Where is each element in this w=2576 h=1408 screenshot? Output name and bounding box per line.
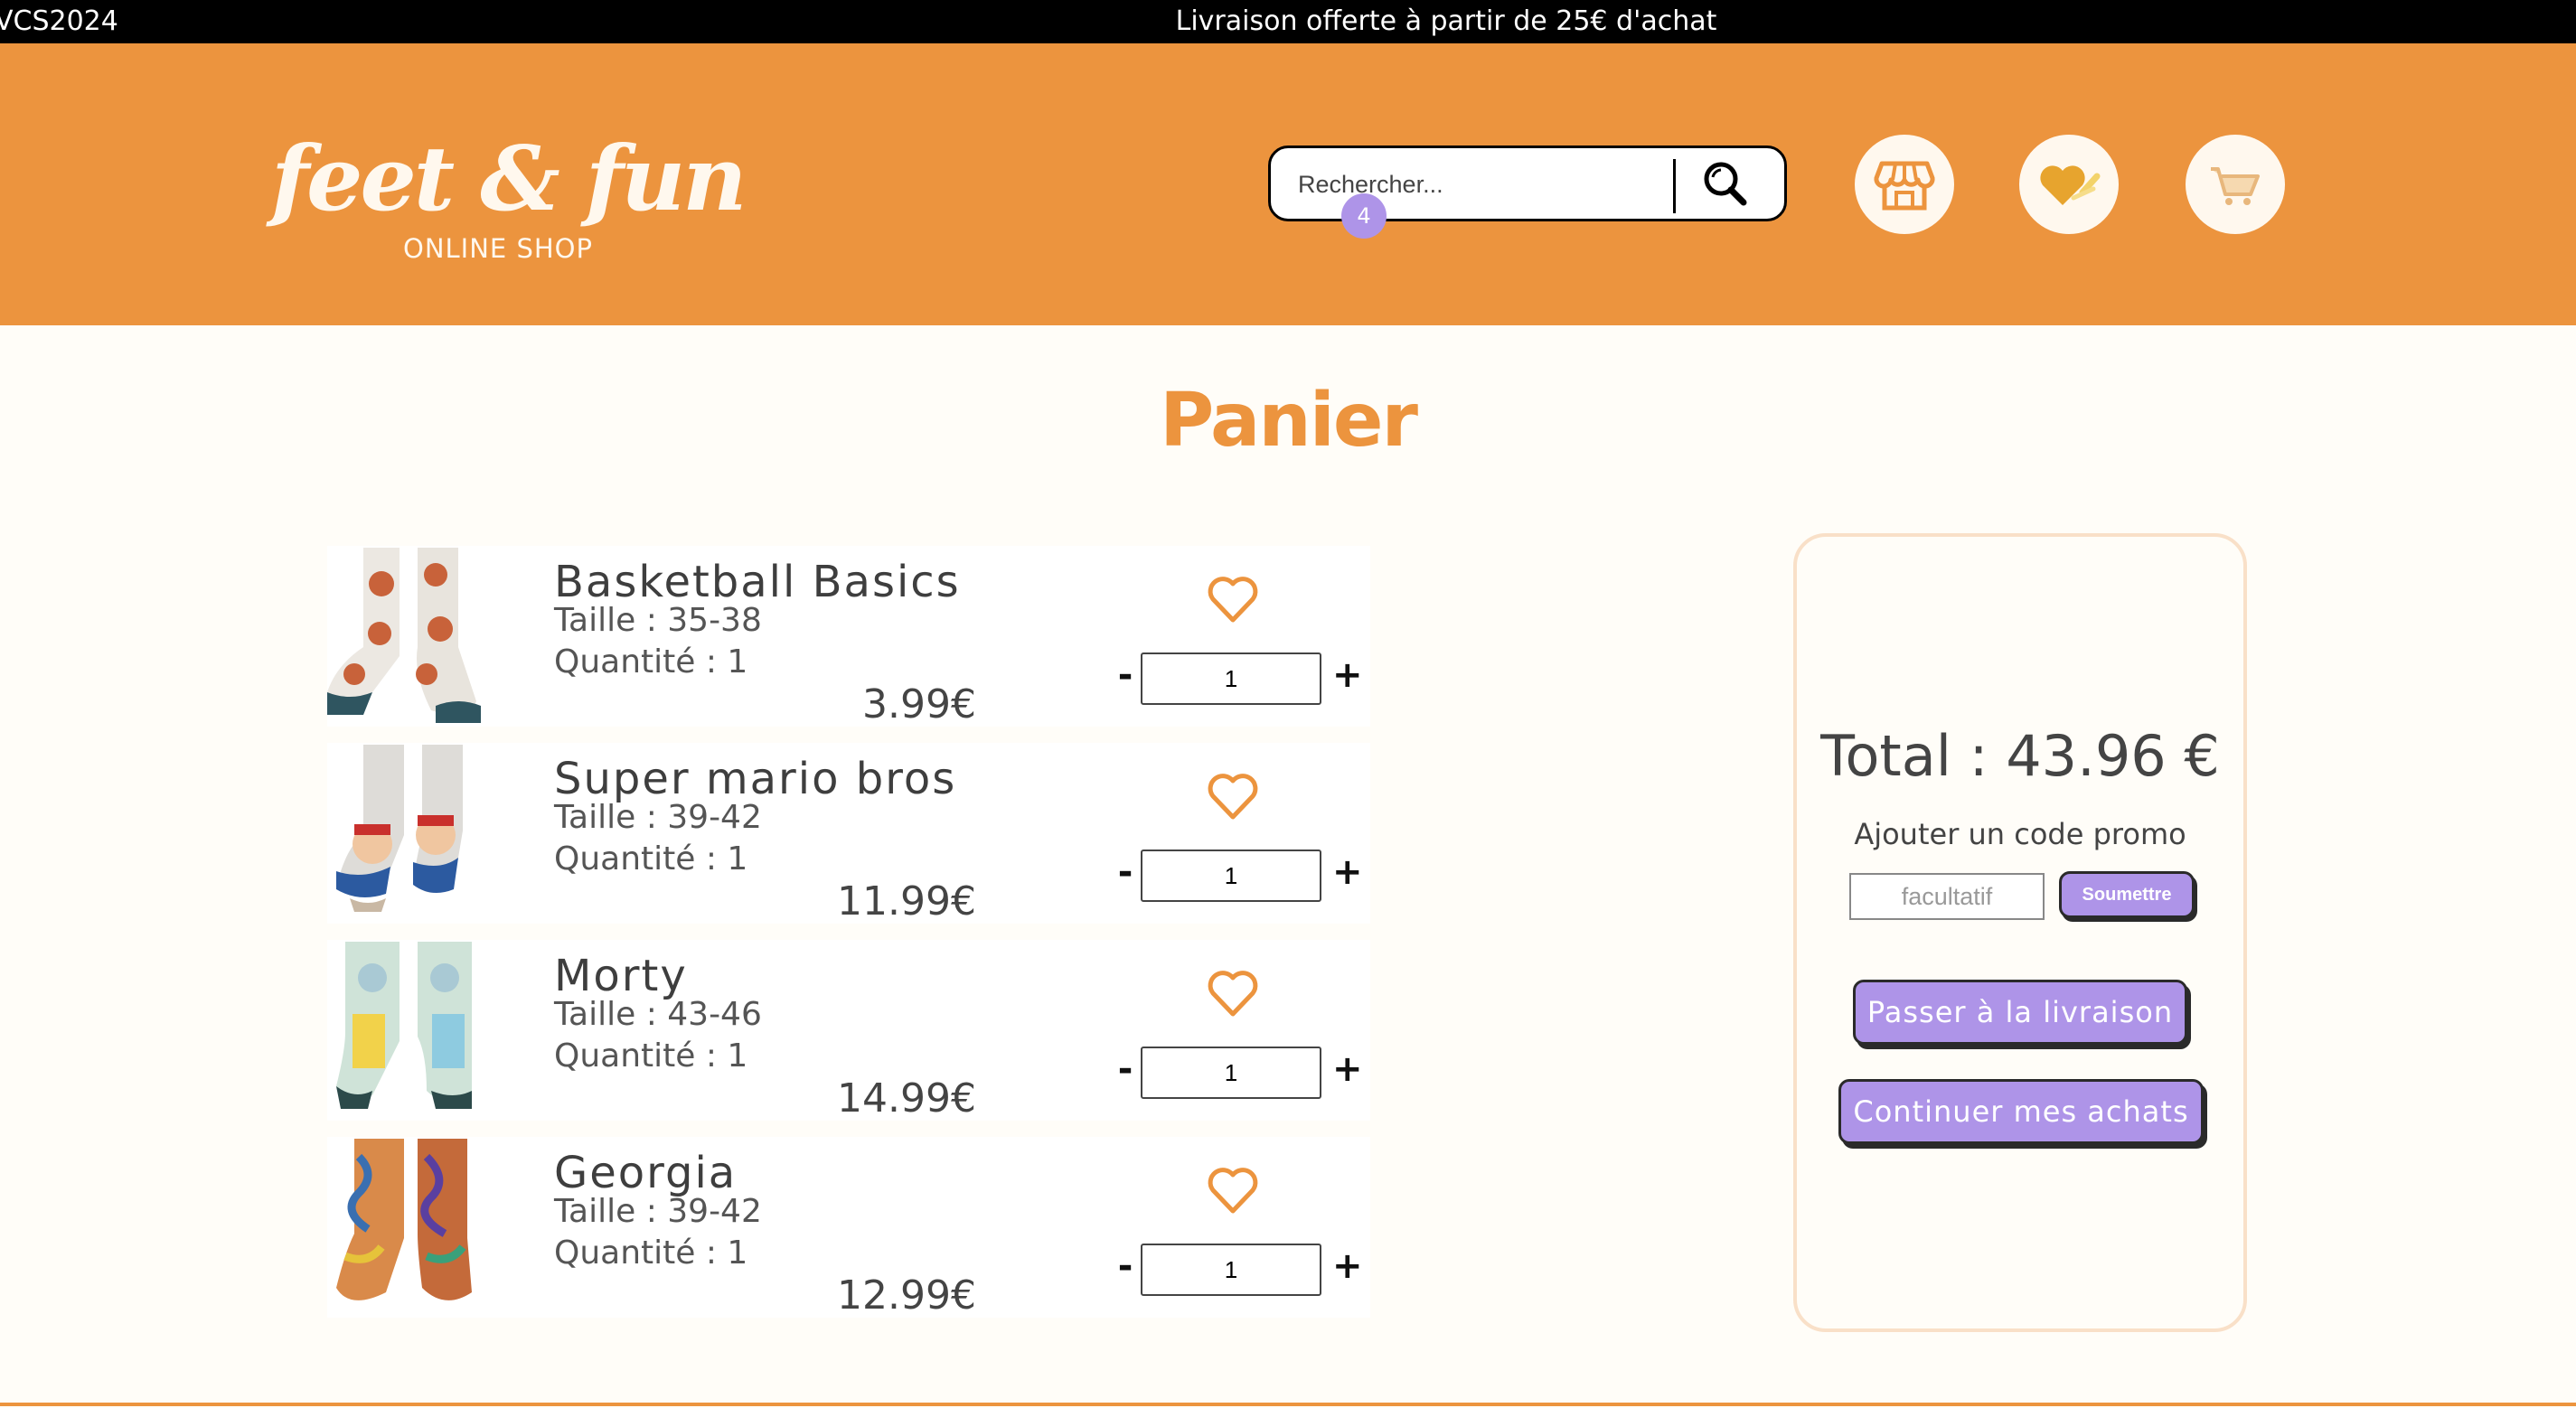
quantity-increase-button[interactable]: + — [1332, 849, 1363, 895]
quantity-input[interactable] — [1141, 849, 1321, 902]
free-shipping-message: Livraison offerte à partir de 25€ d'acha… — [1175, 5, 1717, 37]
promo-banner: VCS2024 Livraison offerte à partir de 25… — [0, 0, 2576, 43]
quantity-increase-button[interactable]: + — [1332, 652, 1363, 698]
product-price: 3.99€ — [862, 681, 976, 727]
quantity-decrease-button[interactable]: - — [1112, 1244, 1139, 1289]
quantity-input[interactable] — [1141, 1244, 1321, 1296]
product-name[interactable]: Morty — [554, 951, 688, 1001]
search-icon — [1704, 162, 1747, 206]
quantity-increase-button[interactable]: + — [1332, 1244, 1363, 1289]
search-divider — [1673, 159, 1676, 213]
order-summary-panel: Total : 43.96 € Ajouter un code promo So… — [1793, 533, 2247, 1332]
cart-button[interactable] — [2186, 135, 2285, 234]
quantity-increase-button[interactable]: + — [1332, 1047, 1363, 1092]
product-name[interactable]: Georgia — [554, 1148, 737, 1198]
submit-promo-button[interactable]: Soumettre — [2059, 871, 2195, 918]
product-image-morty-socks[interactable] — [327, 942, 499, 1117]
heart-icon[interactable] — [1204, 965, 1262, 1019]
cart-item: Basketball Basics Taille : 35-38 Quantit… — [327, 546, 1370, 727]
product-image-basketball-socks[interactable] — [327, 548, 499, 723]
product-name[interactable]: Basketball Basics — [554, 557, 961, 607]
heart-icon[interactable] — [1204, 768, 1262, 822]
product-image-mario-socks[interactable] — [327, 745, 499, 920]
continue-shopping-button[interactable]: Continuer mes achats — [1838, 1079, 2204, 1144]
product-quantity: Quantité : 1 — [554, 1037, 748, 1075]
product-quantity: Quantité : 1 — [554, 643, 748, 681]
shop-icon — [1874, 161, 1935, 211]
product-size: Taille : 39-42 — [554, 799, 762, 836]
quantity-decrease-button[interactable]: - — [1112, 849, 1139, 895]
quantity-decrease-button[interactable]: - — [1112, 1047, 1139, 1092]
product-quantity: Quantité : 1 — [554, 840, 748, 878]
promo-code-label: Ajouter un code promo — [1854, 817, 2186, 851]
logo-subtitle: ONLINE SHOP — [403, 233, 593, 264]
product-price: 12.99€ — [837, 1272, 976, 1319]
product-name[interactable]: Super mario bros — [554, 754, 956, 804]
cart-item: Super mario bros Taille : 39-42 Quantité… — [327, 743, 1370, 925]
heart-icon[interactable] — [1204, 571, 1262, 625]
quantity-input[interactable] — [1141, 1047, 1321, 1099]
search-button[interactable] — [1694, 155, 1759, 213]
quantity-input[interactable] — [1141, 652, 1321, 705]
product-size: Taille : 39-42 — [554, 1193, 762, 1230]
cart-total: Total : 43.96 € — [1820, 723, 2220, 789]
proceed-to-shipping-button[interactable]: Passer à la livraison — [1853, 980, 2187, 1045]
product-size: Taille : 43-46 — [554, 996, 762, 1033]
product-size: Taille : 35-38 — [554, 602, 762, 639]
cart-count-badge: 4 — [1341, 193, 1387, 239]
product-price: 11.99€ — [837, 878, 976, 925]
footer-divider — [0, 1403, 2576, 1406]
logo-text: feet & fun — [271, 127, 747, 231]
logo[interactable]: feet & fun ONLINE SHOP — [271, 127, 747, 265]
promo-code-input[interactable] — [1849, 873, 2045, 920]
cart-icon — [2211, 167, 2260, 205]
page-title: Panier — [1160, 378, 1418, 464]
favorites-button[interactable] — [2019, 135, 2119, 234]
product-price: 14.99€ — [837, 1075, 976, 1122]
cart-item: Morty Taille : 43-46 Quantité : 1 14.99€… — [327, 940, 1370, 1122]
heart-icon — [2040, 165, 2101, 205]
heart-icon[interactable] — [1204, 1162, 1262, 1216]
quantity-decrease-button[interactable]: - — [1112, 652, 1139, 698]
shop-button[interactable] — [1855, 135, 1954, 234]
cart-item: Georgia Taille : 39-42 Quantité : 1 12.9… — [327, 1137, 1370, 1319]
product-image-georgia-socks[interactable] — [327, 1139, 499, 1314]
product-quantity: Quantité : 1 — [554, 1234, 748, 1272]
